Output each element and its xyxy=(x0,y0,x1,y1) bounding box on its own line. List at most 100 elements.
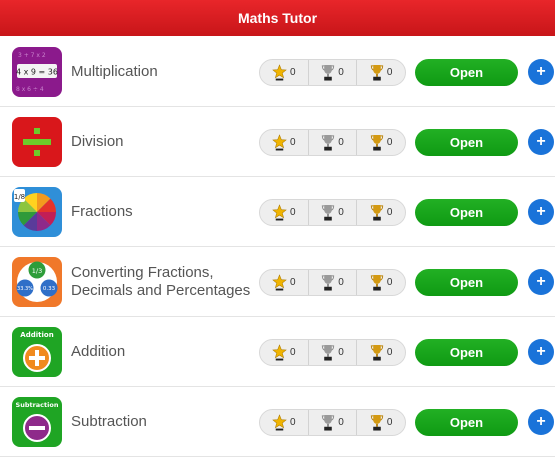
star-score: 0 xyxy=(260,60,308,85)
silver-trophy-score: 0 xyxy=(307,340,357,365)
topic-label: Converting Fractions, Decimals and Perce… xyxy=(71,264,251,299)
converting-icon: 1/3 33.3% 0.33 xyxy=(12,257,62,307)
svg-text:3 + 7 x 2: 3 + 7 x 2 xyxy=(18,52,46,59)
add-button[interactable]: + xyxy=(528,339,554,365)
star-score: 0 xyxy=(260,200,308,225)
add-button[interactable]: + xyxy=(528,59,554,85)
open-button[interactable]: Open xyxy=(415,129,518,156)
topic-row-addition: Addition Addition 0 0 0 Open + xyxy=(0,317,555,387)
gold-trophy-icon xyxy=(370,274,384,291)
gold-trophy-score: 0 xyxy=(356,200,405,225)
star-count: 0 xyxy=(290,417,296,428)
topic-label: Multiplication xyxy=(71,63,158,80)
topic-row-division: Division 0 0 0 Open + xyxy=(0,107,555,177)
topic-label: Subtraction xyxy=(71,413,147,430)
converting-icon-percent: 33.3% xyxy=(17,286,33,292)
score-pill: 0 0 0 xyxy=(259,339,406,366)
gold-trophy-icon xyxy=(370,134,384,151)
add-button[interactable]: + xyxy=(528,409,554,435)
topic-row-subtraction: Subtraction Subtraction 0 0 0 Open + xyxy=(0,387,555,457)
gold-trophy-count: 0 xyxy=(386,207,393,218)
star-icon xyxy=(272,344,287,361)
silver-trophy-icon xyxy=(322,64,335,81)
gold-trophy-icon xyxy=(370,344,384,361)
silver-trophy-score: 0 xyxy=(307,130,357,155)
subtraction-icon: Subtraction xyxy=(12,397,62,447)
star-icon xyxy=(272,204,287,221)
star-score: 0 xyxy=(260,410,308,435)
open-button[interactable]: Open xyxy=(415,339,518,366)
star-count: 0 xyxy=(290,137,296,148)
multiplication-icon: 3 + 7 x 2 8 x 6 ÷ 4 4 x 9 = 36 xyxy=(12,47,62,97)
star-count: 0 xyxy=(290,67,296,78)
topic-list: 3 + 7 x 2 8 x 6 ÷ 4 4 x 9 = 36 Multiplic… xyxy=(0,37,555,457)
star-count: 0 xyxy=(290,347,296,358)
silver-trophy-score: 0 xyxy=(307,270,357,295)
gold-trophy-count: 0 xyxy=(386,277,393,288)
topic-label: Fractions xyxy=(71,203,133,220)
division-icon xyxy=(12,117,62,167)
gold-trophy-icon xyxy=(370,414,384,431)
converting-icon-decimal: 0.33 xyxy=(43,286,56,292)
score-pill: 0 0 0 xyxy=(259,129,406,156)
add-button[interactable]: + xyxy=(528,129,554,155)
open-button[interactable]: Open xyxy=(415,59,518,86)
silver-trophy-count: 0 xyxy=(338,137,344,148)
star-score: 0 xyxy=(260,130,308,155)
star-score: 0 xyxy=(260,270,308,295)
star-count: 0 xyxy=(290,277,296,288)
open-button[interactable]: Open xyxy=(415,269,518,296)
score-pill: 0 0 0 xyxy=(259,409,406,436)
topic-row-fractions: 1/8 Fractions 0 0 0 Open + xyxy=(0,177,555,247)
star-score: 0 xyxy=(260,340,308,365)
addition-icon-text: Addition xyxy=(20,331,53,339)
app-title-bar: Maths Tutor xyxy=(0,0,555,36)
add-button[interactable]: + xyxy=(528,269,554,295)
silver-trophy-icon xyxy=(322,414,335,431)
fractions-icon-text: 1/8 xyxy=(14,193,25,201)
silver-trophy-icon xyxy=(322,274,335,291)
star-icon xyxy=(272,134,287,151)
silver-trophy-count: 0 xyxy=(338,207,344,218)
gold-trophy-score: 0 xyxy=(356,340,405,365)
topic-row-multiplication: 3 + 7 x 2 8 x 6 ÷ 4 4 x 9 = 36 Multiplic… xyxy=(0,37,555,107)
silver-trophy-icon xyxy=(322,344,335,361)
multiplication-icon-text: 4 x 9 = 36 xyxy=(16,68,58,77)
open-button[interactable]: Open xyxy=(415,199,518,226)
silver-trophy-score: 0 xyxy=(307,60,357,85)
addition-icon: Addition xyxy=(12,327,62,377)
score-pill: 0 0 0 xyxy=(259,59,406,86)
gold-trophy-count: 0 xyxy=(386,67,393,78)
svg-text:8 x 6 ÷ 4: 8 x 6 ÷ 4 xyxy=(16,86,44,93)
silver-trophy-icon xyxy=(322,204,335,221)
star-icon xyxy=(272,414,287,431)
score-pill: 0 0 0 xyxy=(259,199,406,226)
silver-trophy-icon xyxy=(322,134,335,151)
gold-trophy-count: 0 xyxy=(386,137,393,148)
silver-trophy-count: 0 xyxy=(338,347,344,358)
silver-trophy-count: 0 xyxy=(338,277,344,288)
gold-trophy-icon xyxy=(370,204,384,221)
topic-label: Division xyxy=(71,133,124,150)
subtraction-icon-text: Subtraction xyxy=(16,401,59,409)
silver-trophy-score: 0 xyxy=(307,200,357,225)
converting-icon-fraction: 1/3 xyxy=(32,267,42,275)
gold-trophy-score: 0 xyxy=(356,410,405,435)
star-icon xyxy=(272,274,287,291)
gold-trophy-count: 0 xyxy=(386,417,393,428)
gold-trophy-score: 0 xyxy=(356,270,405,295)
silver-trophy-count: 0 xyxy=(338,67,344,78)
open-button[interactable]: Open xyxy=(415,409,518,436)
fractions-icon: 1/8 xyxy=(12,187,62,237)
app-title: Maths Tutor xyxy=(237,10,318,26)
topic-row-converting: 1/3 33.3% 0.33 Converting Fractions, Dec… xyxy=(0,247,555,317)
star-count: 0 xyxy=(290,207,296,218)
gold-trophy-icon xyxy=(370,64,384,81)
silver-trophy-score: 0 xyxy=(307,410,357,435)
topic-label: Addition xyxy=(71,343,126,360)
score-pill: 0 0 0 xyxy=(259,269,406,296)
gold-trophy-score: 0 xyxy=(356,130,405,155)
gold-trophy-score: 0 xyxy=(356,60,405,85)
gold-trophy-count: 0 xyxy=(386,347,393,358)
add-button[interactable]: + xyxy=(528,199,554,225)
